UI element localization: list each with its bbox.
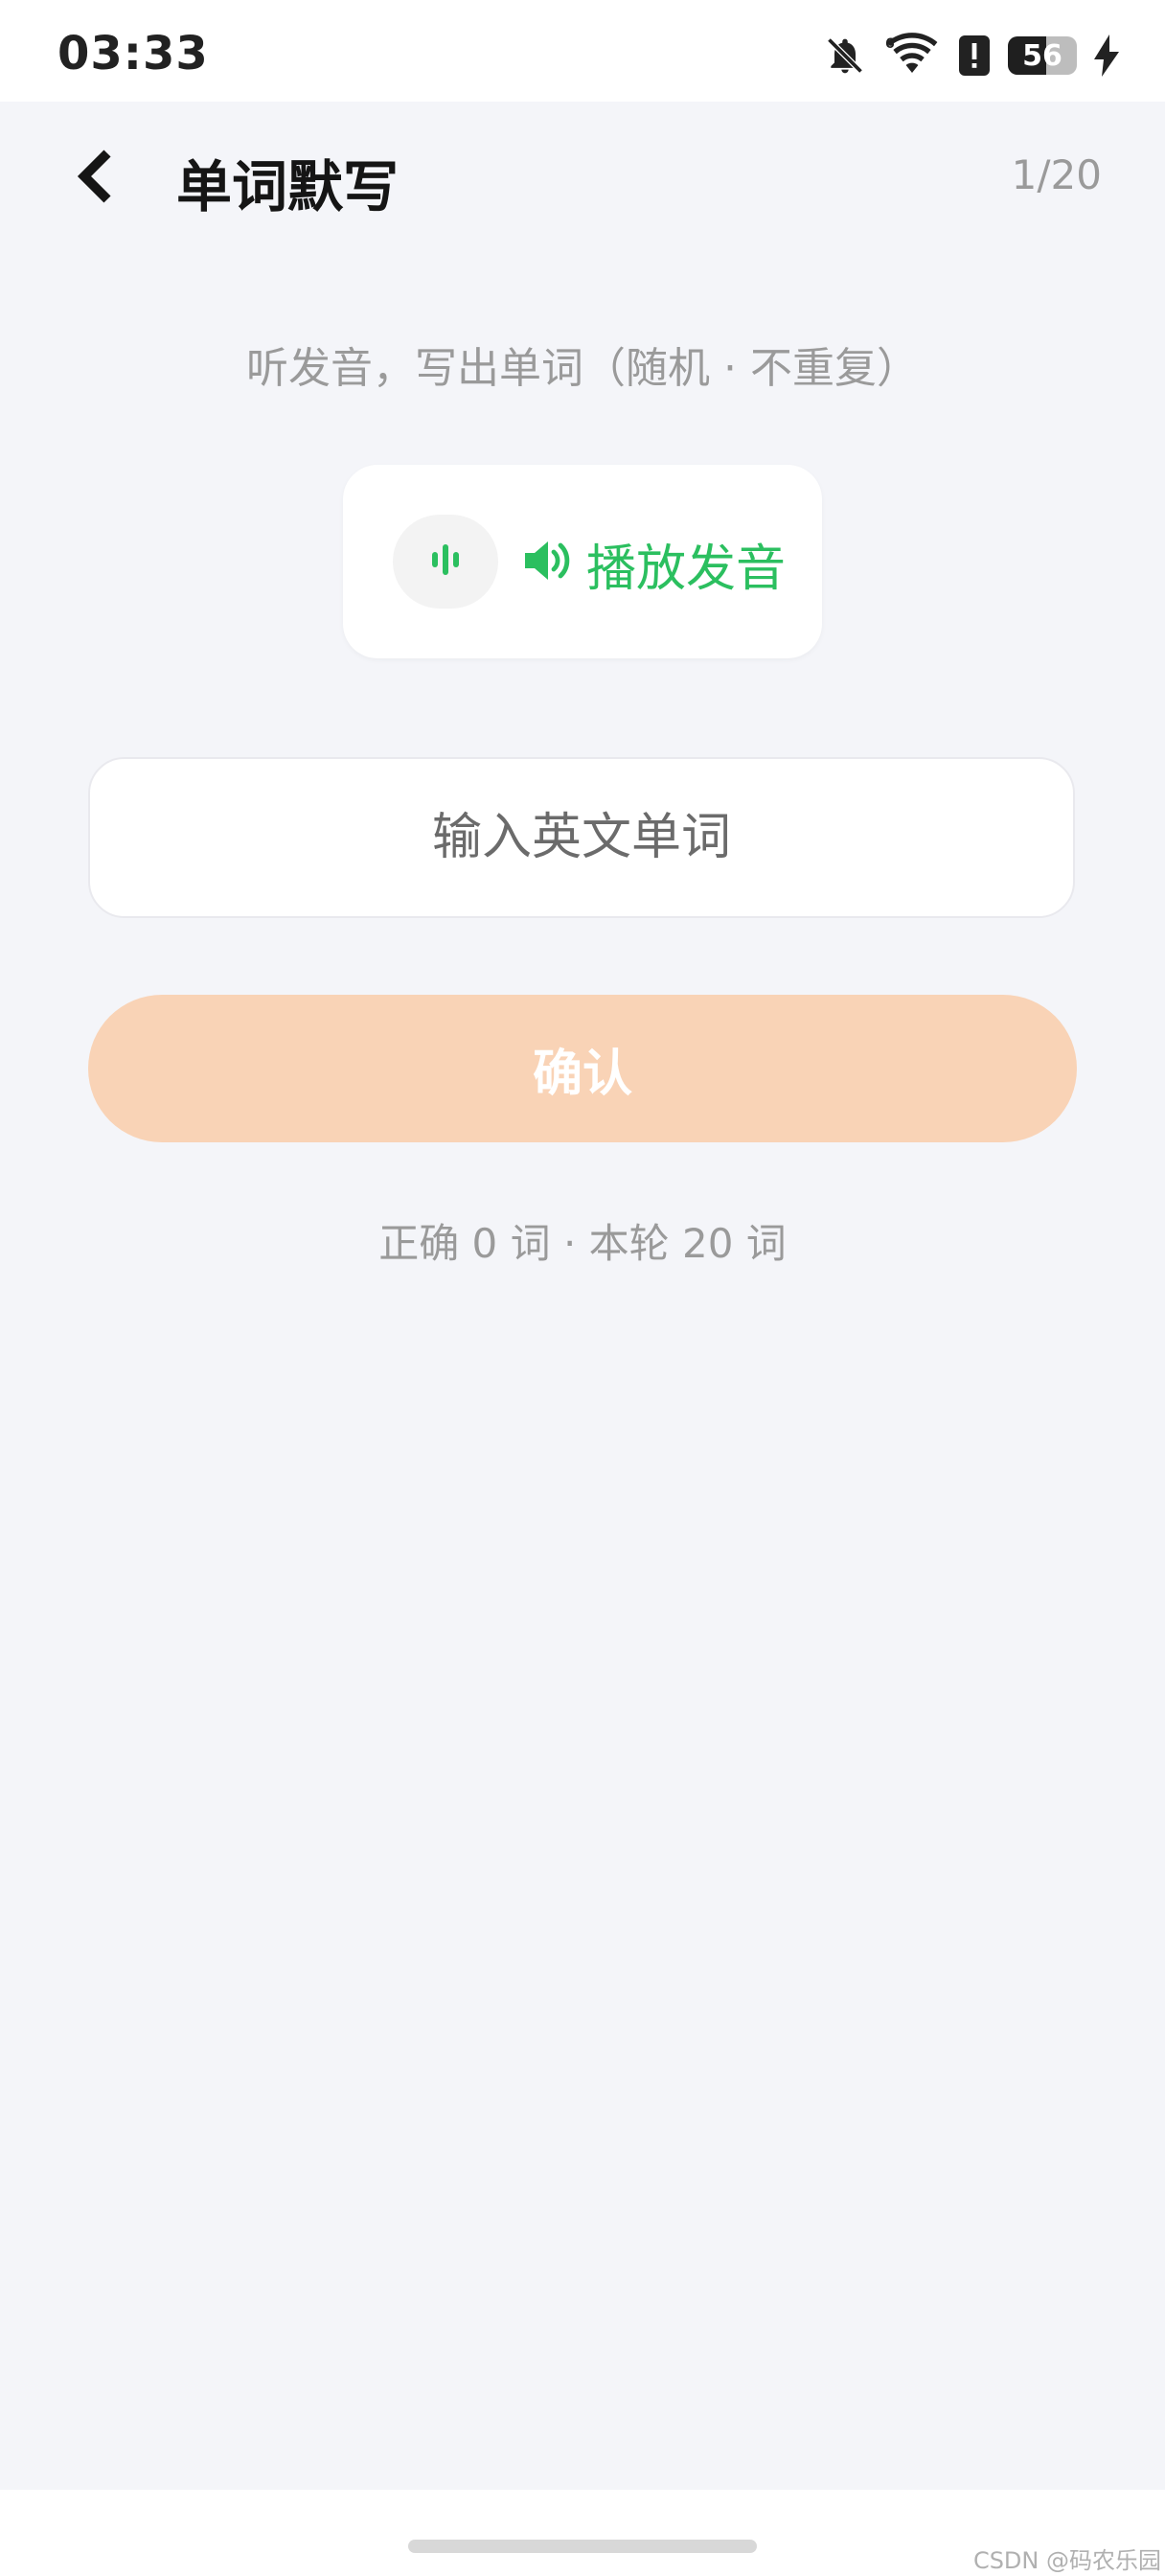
speaker-icon	[521, 536, 571, 589]
alert-icon	[958, 34, 991, 77]
battery-icon: 56	[1008, 36, 1077, 75]
status-icons: 6 56	[824, 29, 1119, 82]
home-indicator[interactable]	[408, 2540, 757, 2553]
bottom-bar: CSDN @码农乐园	[0, 2490, 1165, 2576]
audio-wave-badge	[393, 515, 498, 609]
watermark: CSDN @码农乐园	[972, 2547, 1161, 2574]
score-summary: 正确 0 词 · 本轮 20 词	[378, 1220, 787, 1267]
status-time: 03:33	[57, 27, 209, 80]
progress-counter: 1/20	[1011, 151, 1102, 198]
chevron-left-icon	[77, 150, 115, 207]
charging-icon	[1094, 34, 1119, 77]
bell-off-icon	[824, 34, 866, 77]
play-pronunciation-button[interactable]: 播放发音	[343, 465, 822, 658]
page-title: 单词默写	[176, 154, 400, 219]
battery-level: 56	[1022, 38, 1062, 73]
play-label: 播放发音	[586, 540, 787, 598]
back-button[interactable]	[57, 140, 134, 217]
confirm-button[interactable]: 确认	[88, 995, 1077, 1142]
wifi-6-icon: 6	[883, 33, 941, 79]
instruction-text: 听发音，写出单词（随机 · 不重复）	[246, 344, 919, 393]
header: 单词默写 1/20	[0, 102, 1165, 249]
status-bar: 03:33 6 56	[0, 0, 1165, 102]
audio-wave-icon	[426, 540, 465, 583]
word-input[interactable]	[88, 757, 1075, 918]
svg-text:6: 6	[885, 36, 895, 52]
